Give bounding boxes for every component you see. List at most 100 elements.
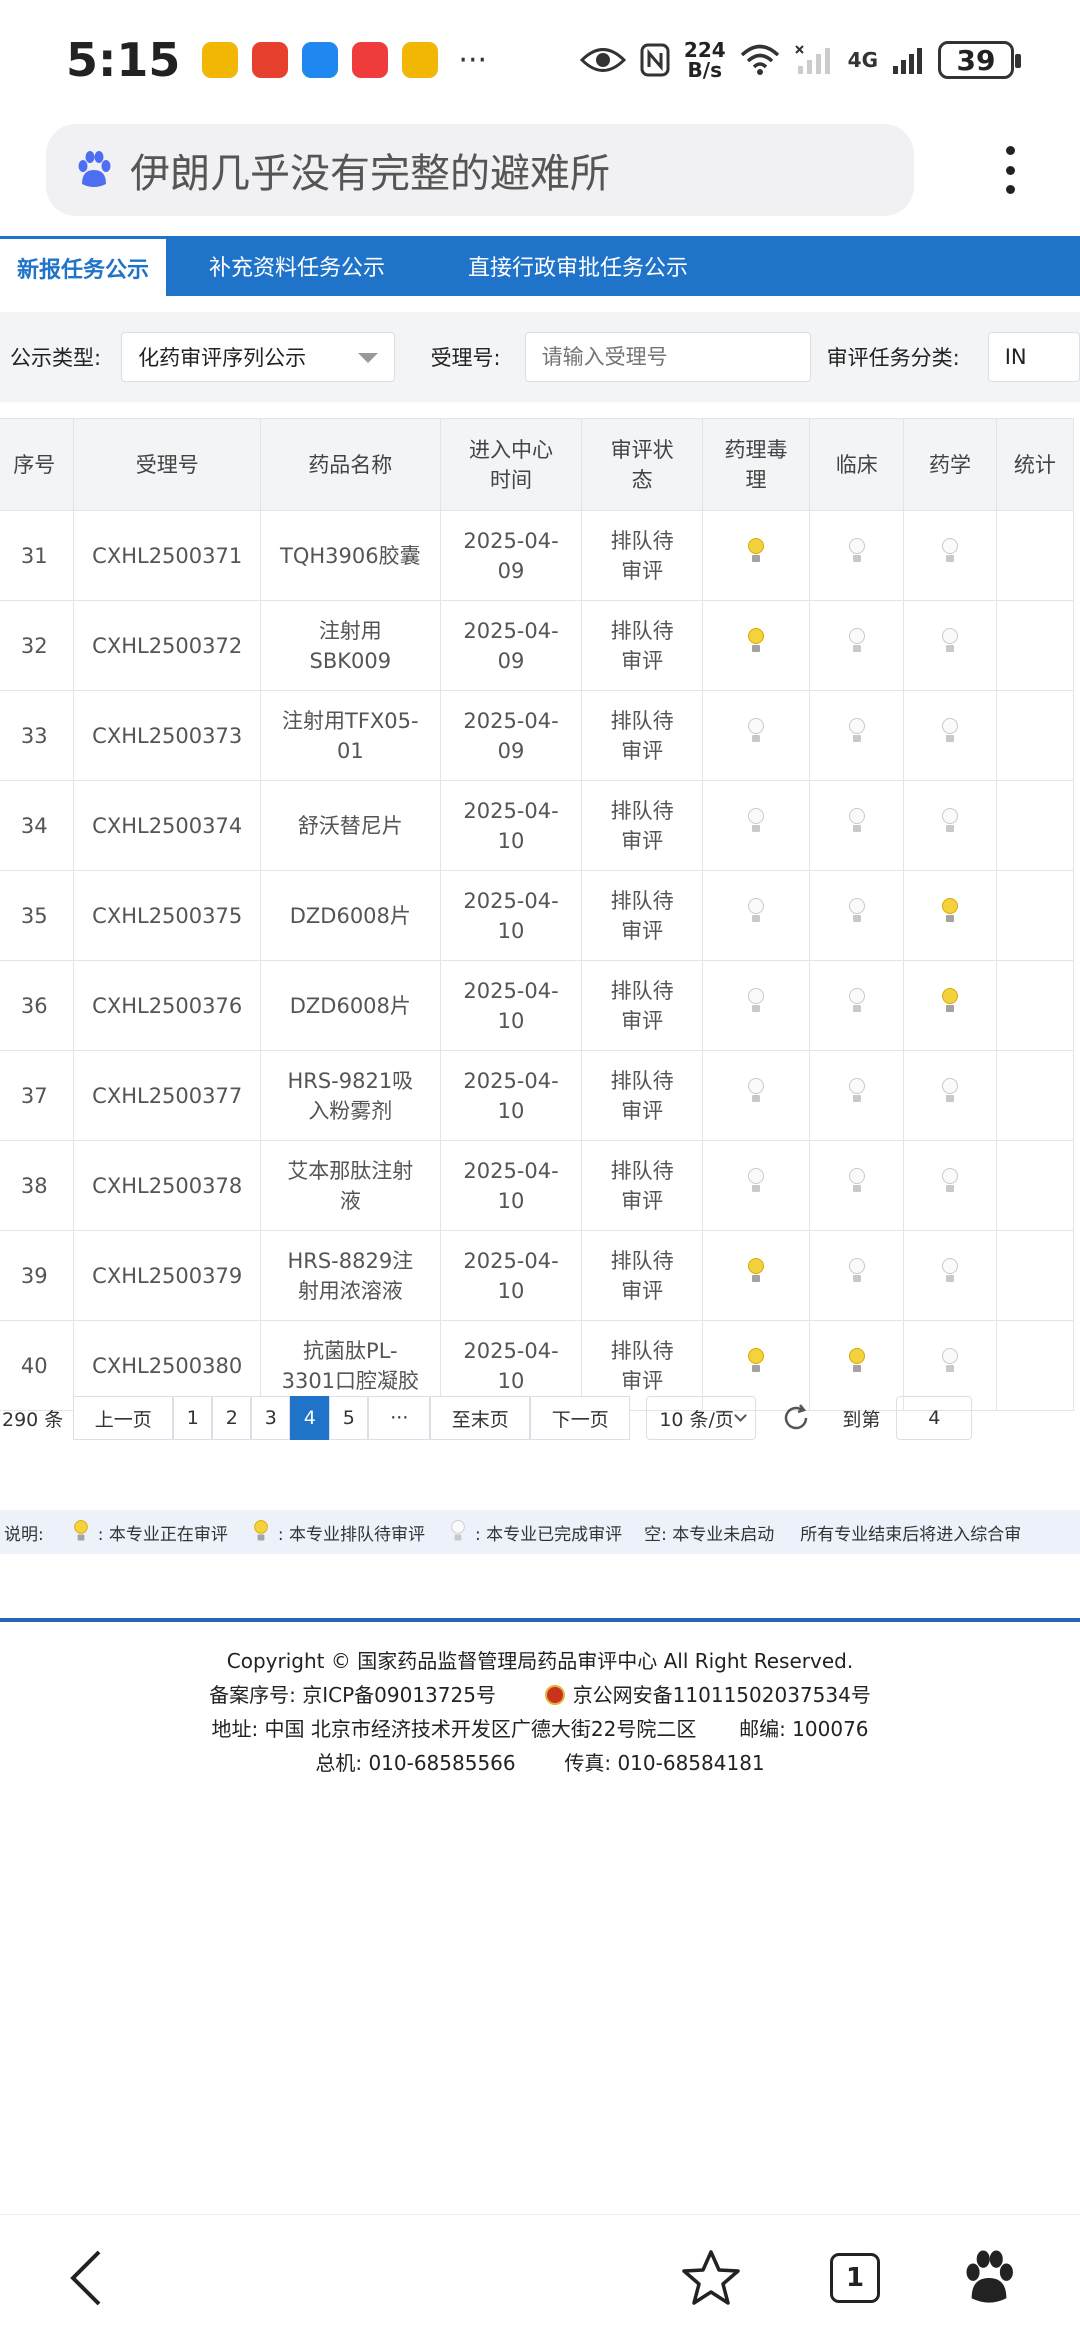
cell-pharmacology xyxy=(701,960,811,1051)
prev-page-button[interactable]: 上一页 xyxy=(73,1396,174,1440)
task-table: 序号 受理号 药品名称 进入中心 时间 审评状态药理毒理临床 药学 统计 31 CXHL2500… xyxy=(0,418,1075,1411)
acceptance-input[interactable] xyxy=(524,332,811,382)
phone-text: 总机: 010-68585566 xyxy=(315,1751,516,1775)
cell-no: 36 xyxy=(0,960,75,1051)
bookmark-button[interactable] xyxy=(666,2233,756,2323)
bulb-on-icon xyxy=(745,537,767,566)
network-type: 4G xyxy=(847,48,878,72)
acceptance-label: 受理号: xyxy=(430,346,501,370)
cell-entry-time: 2025-04- 10 xyxy=(439,1050,583,1141)
last-page-button[interactable]: 至末页 xyxy=(430,1396,531,1440)
cell-clinical xyxy=(809,690,905,781)
back-button[interactable] xyxy=(42,2233,132,2323)
cell-entry-time: 2025-04- 09 xyxy=(439,690,583,781)
goto-label: 到第 xyxy=(842,1408,881,1431)
pagination-ellipsis[interactable]: ··· xyxy=(368,1396,431,1440)
chevron-down-icon xyxy=(734,1409,748,1422)
bulb-off-icon xyxy=(745,1167,767,1196)
cell-pharmacy xyxy=(903,600,997,691)
table-row[interactable]: 38 CXHL2500378 艾本那肽注射液 2025-04- 10 排队待 审评 xyxy=(0,1140,1075,1231)
header-drug-name: 药品名称 xyxy=(259,418,441,511)
app-notification-icon xyxy=(402,42,439,78)
page-button-5[interactable]: 5 xyxy=(329,1396,369,1440)
cell-clinical xyxy=(809,1050,905,1141)
cell-acceptance-no: CXHL2500373 xyxy=(73,690,261,781)
table-row[interactable]: 32 CXHL2500372 注射用 SBK009 2025-04- 09 排队待 审评 xyxy=(0,600,1075,691)
bulb-off-icon xyxy=(846,717,868,746)
table-row[interactable]: 36 CXHL2500376 DZD6008片 2025-04- 10 排队待 审评 xyxy=(0,960,1075,1051)
cell-acceptance-no: CXHL2500377 xyxy=(73,1050,261,1141)
table-row[interactable]: 37 CXHL2500377 HRS-9821吸 入粉雾剂 2025-04- 10 排队待审… xyxy=(0,1050,1075,1141)
battery-icon: 39 xyxy=(938,41,1021,79)
category-select[interactable]: IN xyxy=(987,332,1080,382)
cell-statistics xyxy=(995,510,1075,601)
cell-pharmacology xyxy=(701,1140,811,1231)
page-button-4[interactable]: 4 xyxy=(290,1396,330,1440)
cell-status: 排队待 审评 xyxy=(581,600,703,691)
bulb-off-icon xyxy=(745,717,767,746)
cell-statistics xyxy=(995,780,1075,871)
cell-drug-name: 注射用TFX05- 01 xyxy=(259,690,441,781)
cell-entry-time: 2025-04- 10 xyxy=(439,780,583,871)
network-speed: 224 B/s xyxy=(683,38,726,82)
tabs-button[interactable]: 1 xyxy=(810,2233,900,2323)
cell-entry-time: 2025-04- 10 xyxy=(439,870,583,961)
bulb-on-icon xyxy=(939,987,961,1016)
cell-drug-name: 注射用 SBK009 xyxy=(259,600,441,691)
cell-pharmacy xyxy=(903,1050,997,1141)
page-size-select[interactable]: 10 条/页 xyxy=(646,1396,757,1440)
caret-down-icon xyxy=(357,353,378,363)
cell-acceptance-no: CXHL2500379 xyxy=(73,1230,261,1321)
police-link[interactable]: 京公网安备11011502037534号 xyxy=(573,1683,871,1707)
cell-pharmacology xyxy=(701,1230,811,1321)
cell-drug-name: DZD6008片 xyxy=(259,870,441,961)
cell-drug-name: 艾本那肽注射液 xyxy=(259,1140,441,1231)
app-notification-icon xyxy=(202,42,239,78)
bulb-off-icon xyxy=(745,1077,767,1106)
table-row[interactable]: 35 CXHL2500375 DZD6008片 2025-04- 10 排队待 审评 xyxy=(0,870,1075,961)
baidu-home-button[interactable] xyxy=(944,2233,1034,2323)
bulb-off-icon xyxy=(846,1077,868,1106)
page-button-2[interactable]: 2 xyxy=(212,1396,252,1440)
more-options-icon[interactable] xyxy=(990,140,1030,200)
cell-no: 37 xyxy=(0,1050,75,1141)
table-row[interactable]: 34 CXHL2500374 舒沃替尼片 2025-04- 10 排队待 审评 xyxy=(0,780,1075,871)
bulb-off-icon xyxy=(939,1077,961,1106)
cell-pharmacology xyxy=(701,780,811,871)
bulb-off-icon xyxy=(846,1257,868,1286)
eye-icon xyxy=(579,48,626,72)
search-bar[interactable]: 伊朗几乎没有完整的避难所 xyxy=(46,124,914,216)
tab-direct-approval-tasks[interactable]: 直接行政审批任务公示 xyxy=(428,236,728,296)
bulb-on-icon xyxy=(745,1257,767,1286)
tab-new-tasks[interactable]: 新报任务公示 xyxy=(0,236,166,296)
refresh-icon[interactable] xyxy=(780,1402,812,1434)
cell-pharmacology xyxy=(701,510,811,601)
page-button-3[interactable]: 3 xyxy=(251,1396,291,1440)
type-select[interactable]: 化药审评序列公示 xyxy=(121,332,395,382)
tab-supplement-tasks[interactable]: 补充资料任务公示 xyxy=(166,236,428,296)
cell-entry-time: 2025-04- 09 xyxy=(439,510,583,601)
cell-no: 32 xyxy=(0,600,75,691)
cell-clinical xyxy=(809,600,905,691)
bulb-on-icon xyxy=(939,897,961,926)
cell-statistics xyxy=(995,690,1075,781)
signal-icon xyxy=(893,48,922,74)
cell-acceptance-no: CXHL2500376 xyxy=(73,960,261,1051)
page-button-1[interactable]: 1 xyxy=(173,1396,213,1440)
cell-entry-time: 2025-04- 10 xyxy=(439,1230,583,1321)
goto-page-input[interactable]: 4 xyxy=(896,1396,973,1440)
bulb-off-icon xyxy=(846,627,868,656)
baidu-paw-icon xyxy=(966,2250,1013,2303)
cell-pharmacy xyxy=(903,870,997,961)
table-row[interactable]: 39 CXHL2500379 HRS-8829注 射用浓溶液 2025-04- 10 排队待… xyxy=(0,1230,1075,1321)
table-row[interactable]: 31 CXHL2500371 TQH3906胶囊 2025-04- 09 排队待 审评 xyxy=(0,510,1075,601)
table-row[interactable]: 33 CXHL2500373 注射用TFX05- 01 2025-04- 09 排队待 审评 xyxy=(0,690,1075,781)
next-page-button[interactable]: 下一页 xyxy=(530,1396,631,1440)
table-header-row: 序号 受理号 药品名称 进入中心 时间 审评状态药理毒理临床 药学 统计 xyxy=(0,418,1075,511)
icp-link[interactable]: 备案序号: 京ICP备09013725号 xyxy=(209,1683,496,1707)
category-label: 审评任务分类: xyxy=(826,346,960,370)
legend-item: : 本专业已完成审评 xyxy=(447,1518,622,1546)
cell-statistics xyxy=(995,1230,1075,1321)
cell-status: 排队待 审评 xyxy=(581,780,703,871)
bulb-on-icon xyxy=(846,1347,868,1376)
